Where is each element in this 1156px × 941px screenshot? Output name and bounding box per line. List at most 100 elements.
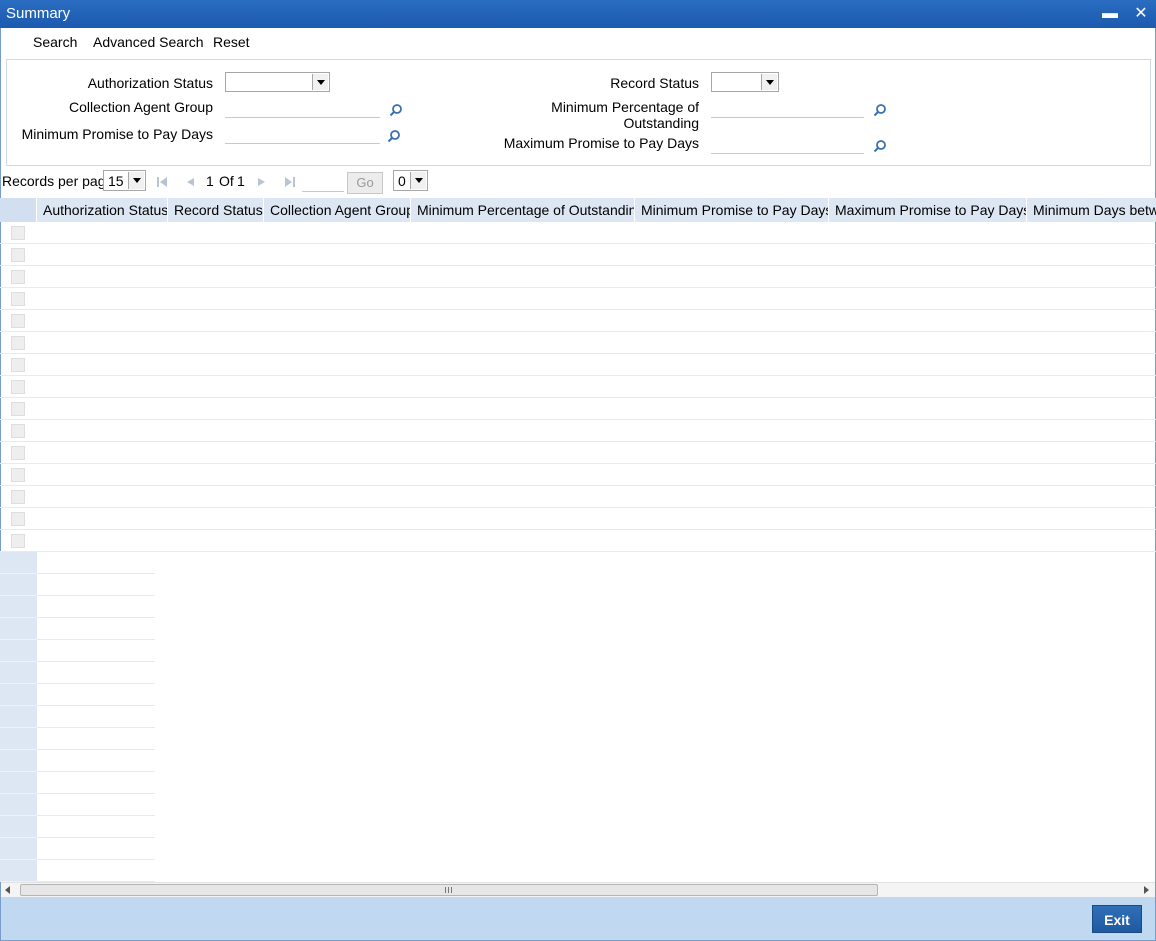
table-row[interactable] (0, 376, 1156, 398)
reset-menu-item[interactable]: Reset (213, 34, 250, 50)
row-selector-cell (0, 706, 37, 728)
table-row[interactable] (0, 508, 1156, 530)
column-header[interactable]: Minimum Percentage of Outstanding (411, 198, 635, 222)
row-checkbox[interactable] (11, 380, 25, 394)
empty-cell (37, 794, 155, 816)
table-row[interactable] (0, 332, 1156, 354)
search-criteria-panel: Authorization Status Collection Agent Gr… (6, 59, 1151, 166)
empty-row (0, 596, 155, 618)
table-row[interactable] (0, 486, 1156, 508)
menu-bar: Search Advanced Search Reset (1, 28, 1155, 55)
column-header[interactable]: Authorization Status (37, 198, 168, 222)
max-promise-to-pay-days-input[interactable] (711, 134, 864, 154)
last-page-icon[interactable] (284, 176, 296, 188)
row-selector-cell (0, 794, 37, 816)
table-row[interactable] (0, 266, 1156, 288)
scroll-left-icon[interactable] (5, 886, 10, 894)
table-row[interactable] (0, 288, 1156, 310)
table-row[interactable] (0, 222, 1156, 244)
row-selector-cell (0, 684, 37, 706)
table-row[interactable] (0, 310, 1156, 332)
empty-row (0, 816, 155, 838)
row-selector-cell (0, 662, 37, 684)
column-header[interactable]: Collection Agent Group (264, 198, 411, 222)
records-per-page-label: Records per page (2, 173, 114, 189)
row-checkbox[interactable] (11, 292, 25, 306)
empty-row (0, 728, 155, 750)
table-row[interactable] (0, 530, 1156, 552)
empty-cell (37, 684, 155, 706)
scrollbar-thumb[interactable] (20, 884, 878, 896)
close-icon[interactable]: ✕ (1131, 4, 1151, 24)
select-all-cell[interactable] (0, 198, 37, 222)
row-checkbox[interactable] (11, 534, 25, 548)
table-row[interactable] (0, 354, 1156, 376)
search-menu-item[interactable]: Search (33, 34, 77, 50)
column-header[interactable]: Minimum Days betwe (1027, 198, 1156, 222)
exit-button[interactable]: Exit (1092, 905, 1142, 933)
record-status-select[interactable] (711, 72, 779, 92)
row-checkbox[interactable] (11, 248, 25, 262)
row-checkbox[interactable] (11, 336, 25, 350)
column-header[interactable]: Record Status (168, 198, 264, 222)
chevron-down-icon[interactable] (128, 172, 144, 189)
table-row[interactable] (0, 244, 1156, 266)
row-checkbox[interactable] (11, 424, 25, 438)
empty-row (0, 706, 155, 728)
min-pct-outstanding-input[interactable] (711, 98, 864, 118)
row-selector-cell (0, 750, 37, 772)
row-checkbox[interactable] (11, 446, 25, 460)
next-page-icon[interactable] (256, 176, 268, 188)
chevron-down-icon[interactable] (312, 74, 328, 90)
table-row[interactable] (0, 442, 1156, 464)
records-per-page-select[interactable]: 15 (103, 170, 146, 191)
min-pct-outstanding-label-line2: Outstanding (623, 115, 700, 131)
table-row[interactable] (0, 420, 1156, 442)
goto-page-input[interactable] (302, 172, 344, 192)
row-checkbox[interactable] (11, 402, 25, 416)
chevron-down-icon[interactable] (410, 172, 426, 189)
advanced-search-menu-item[interactable]: Advanced Search (93, 34, 204, 50)
column-header[interactable]: Maximum Promise to Pay Days (829, 198, 1027, 222)
empty-row (0, 552, 155, 574)
empty-cell (37, 750, 155, 772)
search-icon[interactable] (389, 103, 403, 117)
extra-page-select[interactable]: 0 (393, 170, 428, 191)
chevron-down-icon[interactable] (761, 74, 777, 90)
row-checkbox[interactable] (11, 270, 25, 284)
row-checkbox[interactable] (11, 358, 25, 372)
row-checkbox[interactable] (11, 468, 25, 482)
empty-row (0, 838, 155, 860)
collection-agent-group-input[interactable] (225, 98, 380, 118)
empty-row (0, 772, 155, 794)
empty-cell (37, 838, 155, 860)
row-checkbox[interactable] (11, 490, 25, 504)
row-selector-cell (0, 838, 37, 860)
results-grid: Authorization Status Record Status Colle… (0, 198, 1156, 882)
row-checkbox[interactable] (11, 512, 25, 526)
row-selector-cell (0, 728, 37, 750)
min-promise-to-pay-days-input[interactable] (225, 124, 380, 144)
first-page-icon[interactable] (156, 176, 168, 188)
empty-row (0, 618, 155, 640)
table-row[interactable] (0, 398, 1156, 420)
column-header[interactable]: Minimum Promise to Pay Days (635, 198, 829, 222)
row-checkbox[interactable] (11, 226, 25, 240)
empty-cell (37, 618, 155, 640)
horizontal-scrollbar[interactable] (1, 882, 1155, 897)
minimize-icon[interactable]: ▬ (1100, 4, 1120, 24)
row-selector-cell (0, 772, 37, 794)
empty-cell (37, 596, 155, 618)
table-row[interactable] (0, 464, 1156, 486)
search-icon[interactable] (873, 103, 887, 117)
search-icon[interactable] (387, 129, 401, 143)
current-page: 1 (206, 173, 214, 189)
search-icon[interactable] (873, 139, 887, 153)
row-checkbox[interactable] (11, 314, 25, 328)
empty-row (0, 750, 155, 772)
authorization-status-select[interactable] (225, 72, 330, 92)
go-button[interactable]: Go (347, 172, 383, 194)
min-pct-outstanding-label-line1: Minimum Percentage of (551, 99, 699, 115)
scroll-right-icon[interactable] (1144, 886, 1149, 894)
previous-page-icon[interactable] (184, 176, 196, 188)
